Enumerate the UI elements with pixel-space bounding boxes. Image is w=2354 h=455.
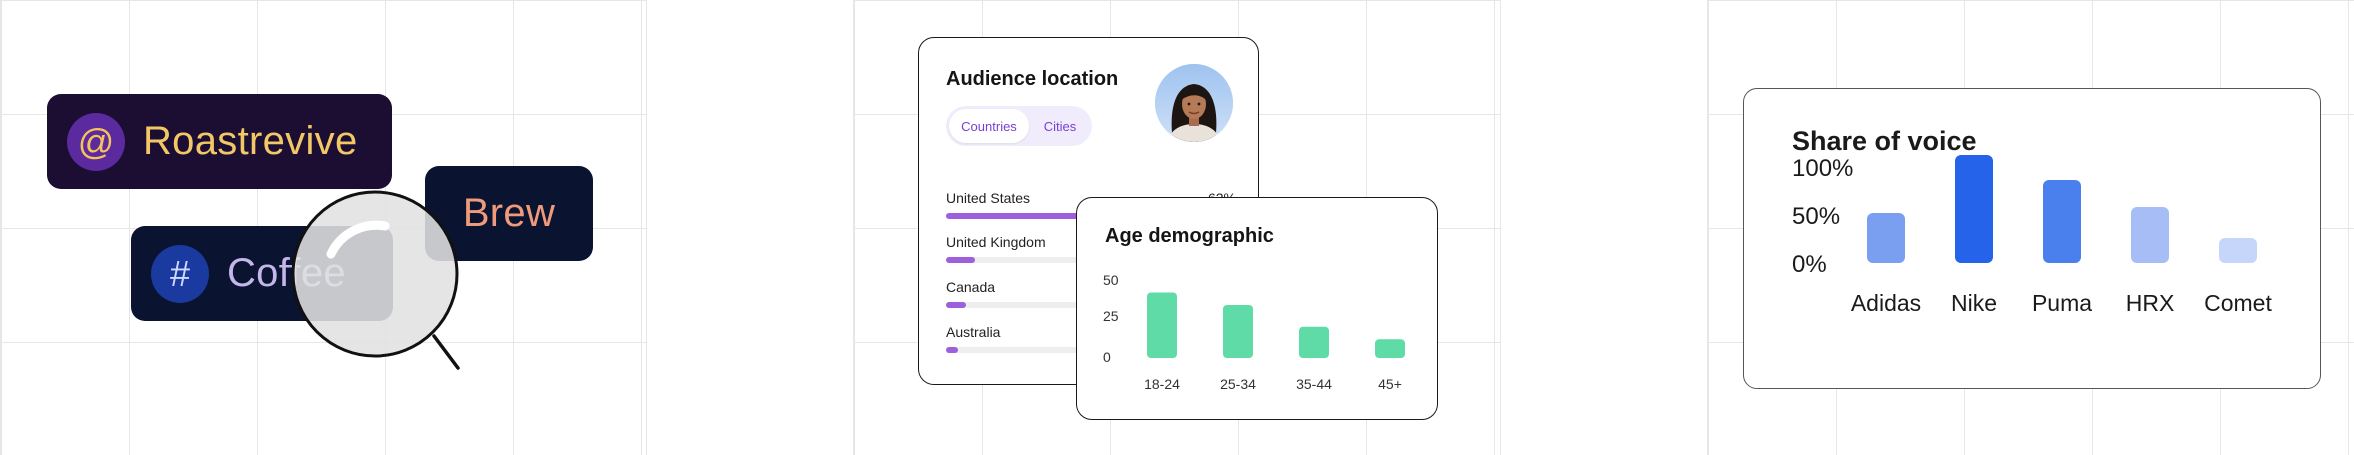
x-tick-label: Nike: [1951, 290, 1997, 316]
magnifier-icon: [291, 190, 460, 370]
age-demographic-title: Age demographic: [1105, 225, 1274, 247]
avatar: [1155, 64, 1233, 142]
share-of-voice-title: Share of voice: [1792, 126, 1977, 156]
age-bar: [1147, 292, 1177, 358]
location-toggle: Countries Cities: [946, 106, 1092, 146]
age-bar: [1299, 326, 1329, 358]
share-of-voice-card: 100% 50% 0% Adidas Nike Puma HRX Comet Share of…: [1743, 88, 2321, 389]
age-bar: [1223, 304, 1253, 358]
age-demographic-card: 50 25 0 18-24 25-34 35-44 45+ Age demographic: [1076, 197, 1438, 420]
location-bar-fill: [946, 302, 967, 308]
voice-bar: [2043, 180, 2081, 263]
x-tick-label: Adidas: [1851, 290, 1921, 316]
hash-icon: #: [151, 244, 209, 303]
roastrevive-tag[interactable]: @ Roastrevive: [47, 94, 392, 189]
roastrevive-label: Roastrevive: [143, 119, 358, 163]
voice-bar: [1867, 213, 1905, 263]
voice-bar: [2219, 238, 2257, 263]
share-of-voice-panel: 100% 50% 0% Adidas Nike Puma HRX Comet Share of…: [1707, 0, 2354, 455]
x-tick-label: HRX: [2126, 290, 2175, 316]
x-tick-label: Puma: [2032, 290, 2092, 316]
y-tick-label: 100%: [1792, 155, 1853, 182]
x-tick-label: 18-24: [1144, 376, 1180, 392]
location-bar-fill: [946, 347, 958, 353]
x-tick-label: 25-34: [1220, 376, 1256, 392]
location-bar-fill: [946, 257, 975, 263]
voice-bar: [2131, 207, 2169, 263]
y-tick-label: 0%: [1792, 251, 1827, 278]
tab-cities[interactable]: Cities: [1031, 109, 1089, 143]
audience-location-title: Audience location: [946, 68, 1119, 90]
x-tick-label: Comet: [2204, 290, 2272, 316]
user-avatar-photo-icon: [1155, 64, 1233, 142]
y-tick-label: 25: [1103, 308, 1119, 324]
tab-countries[interactable]: Countries: [949, 109, 1029, 143]
hashtag-panel: @ Roastrevive Brew # Coffee: [0, 0, 647, 455]
x-tick-label: 35-44: [1296, 376, 1332, 392]
y-tick-label: 50%: [1792, 203, 1840, 230]
y-tick-label: 50: [1103, 272, 1119, 288]
y-tick-label: 0: [1103, 349, 1111, 365]
age-bar: [1375, 339, 1405, 358]
at-icon: @: [67, 112, 125, 171]
x-tick-label: 45+: [1378, 376, 1402, 392]
audience-panel: Audience location Countries Cities Unite…: [853, 0, 1501, 455]
voice-bar: [1955, 155, 1993, 263]
